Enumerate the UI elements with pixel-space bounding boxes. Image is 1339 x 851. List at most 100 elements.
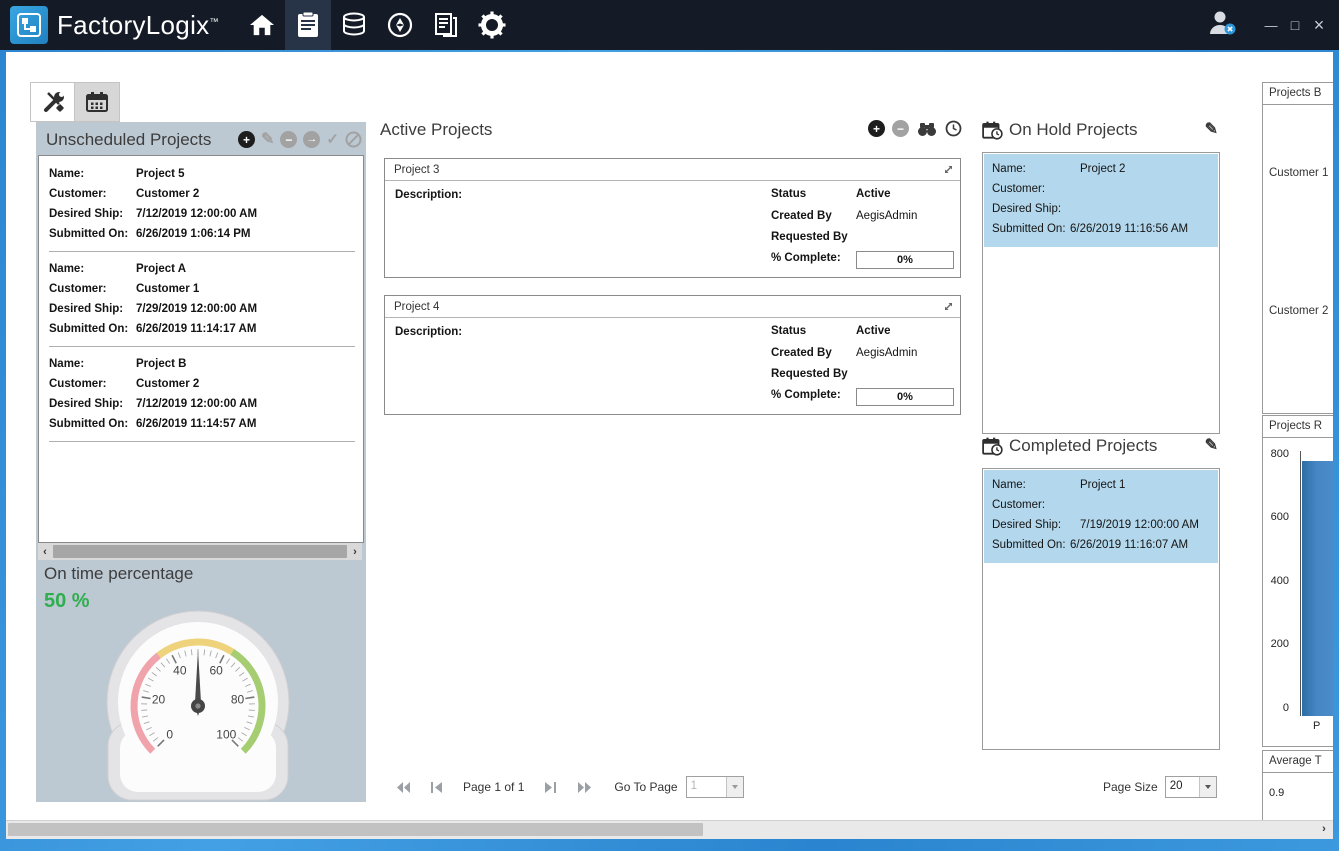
scroll-right-icon[interactable]: › [1317,823,1331,835]
goto-page-dropdown[interactable]: 1 [686,776,744,798]
card-header[interactable]: Project 4 [385,296,960,318]
last-page-icon[interactable] [574,779,594,795]
svg-text:100: 100 [216,727,236,741]
scrollbar-thumb[interactable] [53,545,347,558]
edit-completed-icon[interactable]: ✎ [1205,438,1218,454]
name-label: Name: [992,479,1080,491]
gauge: 020406080100 [68,606,328,807]
status-value: Active [856,188,891,200]
tools-icon [40,90,66,114]
separator [49,346,355,347]
factorylogix-logo-icon [16,12,42,38]
scroll-right-icon[interactable]: › [348,546,362,558]
active-project-card[interactable]: Project 3 Description: Status Active Cre… [384,158,961,278]
list-item[interactable]: Name:Project A Customer:Customer 1 Desir… [49,259,357,339]
edit-on-hold-icon[interactable]: ✎ [1205,122,1218,138]
status-value: Active [856,325,891,337]
tab-tools[interactable] [30,82,76,122]
submitted-on-label: Submitted On: [992,223,1070,235]
calendar-icon [85,91,109,113]
y-tick: 400 [1263,575,1289,587]
created-by-value: AegisAdmin [856,210,917,222]
nav-compass-icon[interactable] [377,0,423,50]
list-item[interactable]: Name:Project B Customer:Customer 2 Desir… [49,354,357,434]
promote-project-icon[interactable]: → [303,131,320,148]
minimize-button[interactable]: — [1259,18,1283,33]
scrollbar-thumb[interactable] [8,823,703,836]
unscheduled-list: Name:Project 5 Customer:Customer 2 Desir… [38,155,364,543]
list-horizontal-scrollbar[interactable]: ‹ › [38,543,362,560]
scroll-left-icon[interactable]: ‹ [38,546,52,558]
tab-scheduling[interactable] [74,82,120,122]
card-header[interactable]: Project 3 [385,159,960,181]
requested-by-label: Requested By [771,368,848,380]
trademark: ™ [209,16,218,26]
project-customer: Customer 2 [136,378,199,390]
project-customer: Customer 1 [136,283,199,295]
expand-icon[interactable] [943,164,954,175]
status-label: Status [771,188,806,200]
complete-label: % Complete: [771,252,841,264]
separator [49,251,355,252]
project-submitted-on: 6/26/2019 11:14:17 AM [136,323,256,335]
active-project-card[interactable]: Project 4 Description: Status Active Cre… [384,295,961,415]
search-binoculars-icon[interactable] [916,121,938,137]
remove-active-icon[interactable]: − [892,120,909,137]
submitted-on-label: Submitted On: [49,228,136,240]
history-clock-icon[interactable] [945,120,962,137]
add-active-icon[interactable]: + [868,120,885,137]
close-button[interactable]: × [1307,15,1331,36]
nav-gear-icon[interactable] [469,0,515,50]
project-name: Project B [136,358,187,370]
user-account-icon[interactable] [1207,9,1237,41]
nav-documents-icon[interactable] [423,0,469,50]
project-desired-ship: 7/12/2019 12:00:00 AM [136,398,257,410]
project-name: Project 5 [136,168,185,180]
complete-value: 0% [856,388,954,406]
unscheduled-panel: Unscheduled Projects + ✎ − → ✓ Name:Proj… [36,122,366,802]
chevron-down-icon[interactable] [1199,777,1216,797]
first-page-icon[interactable] [393,779,413,795]
list-item[interactable]: Name:Project 5 Customer:Customer 2 Desir… [49,164,357,244]
nav-home-icon[interactable] [239,0,285,50]
project-customer: Customer 2 [136,188,199,200]
on-hold-card[interactable]: Name:Project 2 Customer: Desired Ship: S… [984,154,1218,247]
unscheduled-toolbar: + ✎ − → ✓ [238,131,362,148]
description-label: Description: [395,326,462,338]
completed-card[interactable]: Name:Project 1 Customer: Desired Ship:7/… [984,470,1218,563]
nav-database-icon[interactable] [331,0,377,50]
nav-clipboard-icon[interactable] [285,0,331,50]
customer-label: Customer 1 [1269,167,1328,179]
active-toolbar: + − [868,120,962,137]
goto-page-label: Go To Page [614,780,677,794]
accept-project-icon[interactable]: ✓ [326,132,339,147]
card-title: Project 4 [391,301,439,313]
svg-text:80: 80 [231,693,245,707]
page-size-dropdown[interactable]: 20 [1165,776,1217,798]
edit-project-icon[interactable]: ✎ [261,132,274,148]
expand-icon[interactable] [943,301,954,312]
customer-label: Customer 2 [1269,305,1328,317]
svg-text:40: 40 [173,663,187,677]
gauge-svg: 020406080100 [68,606,328,802]
remove-project-icon[interactable]: − [280,131,297,148]
reject-project-icon[interactable] [345,131,362,148]
requested-by-label: Requested By [771,231,848,243]
y-tick: 800 [1263,448,1289,460]
previous-page-icon[interactable] [427,779,447,795]
customer-label: Customer: [49,378,136,390]
titlebar-right: — □ × [1207,9,1339,41]
page-indicator: Page 1 of 1 [463,780,524,794]
completed-panel: Name:Project 1 Customer: Desired Ship:7/… [982,468,1220,750]
unscheduled-title: Unscheduled Projects [46,130,211,150]
add-project-icon[interactable]: + [238,131,255,148]
maximize-button[interactable]: □ [1283,17,1307,33]
chevron-down-icon[interactable] [726,777,743,797]
customer-label: Customer: [992,499,1080,511]
page-size-label: Page Size [1103,780,1158,794]
completed-title: Completed Projects [1009,436,1157,456]
next-page-icon[interactable] [540,779,560,795]
status-label: Status [771,325,806,337]
horizontal-scrollbar[interactable]: › [6,820,1333,839]
name-label: Name: [49,168,136,180]
